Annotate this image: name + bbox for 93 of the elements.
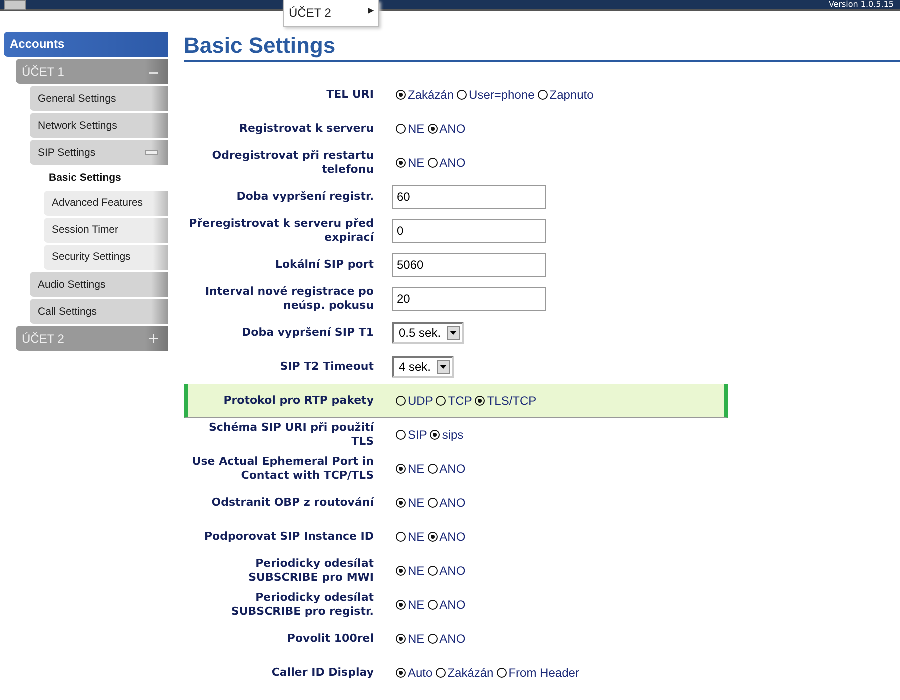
radio-button[interactable] xyxy=(428,498,438,508)
radio-button[interactable] xyxy=(428,634,438,644)
radio-button[interactable] xyxy=(396,600,406,610)
radio-button[interactable] xyxy=(396,498,406,508)
option-label: ANO xyxy=(440,496,466,510)
menu-item[interactable]: ÚČET 2 ▶ xyxy=(284,0,378,20)
caret-icon xyxy=(447,326,460,340)
radio-button[interactable] xyxy=(396,634,406,644)
radio-button[interactable] xyxy=(538,90,548,100)
setting-label: Přeregistrovat k serveru před expirací xyxy=(188,217,374,245)
setting-label: Povolit 100rel xyxy=(286,632,374,646)
radio-button[interactable] xyxy=(436,396,446,406)
radio-button[interactable] xyxy=(428,158,438,168)
option-label: Zapnuto xyxy=(550,88,594,102)
option-label: ANO xyxy=(440,530,466,544)
radio-button[interactable] xyxy=(428,532,438,542)
radio-button[interactable] xyxy=(396,90,406,100)
sidebar-header[interactable]: Accounts xyxy=(4,32,168,57)
caret-icon xyxy=(437,360,450,374)
radio-button[interactable] xyxy=(396,566,406,576)
radio-button[interactable] xyxy=(496,668,507,678)
option-label: NE xyxy=(408,462,425,476)
option-label: NE xyxy=(408,496,425,510)
radio-button[interactable] xyxy=(457,90,468,100)
input-field[interactable]: 60 xyxy=(392,185,546,209)
radio-button[interactable] xyxy=(396,124,406,134)
input-field[interactable]: 20 xyxy=(392,287,546,311)
radio-button[interactable] xyxy=(475,396,486,406)
radio-button[interactable] xyxy=(430,430,440,440)
sidebar-item[interactable]: Session Timer xyxy=(44,218,168,243)
input-field[interactable]: 0 xyxy=(392,219,546,243)
sidebar-item[interactable]: General Settings xyxy=(30,86,168,111)
option-label: NE xyxy=(408,530,425,544)
option-label: NE xyxy=(408,564,425,578)
option-label: From Header xyxy=(508,666,580,680)
radio-button[interactable] xyxy=(428,124,438,134)
dropdown[interactable]: 0.5 sek. xyxy=(392,322,464,344)
setting-label: Schéma SIP URI při použití TLS xyxy=(208,421,374,449)
setting-label: Doba vypršení SIP T1 xyxy=(241,326,374,340)
option-label: Zakázán xyxy=(448,666,494,680)
option-label: UDP xyxy=(408,394,434,408)
radio-button[interactable] xyxy=(396,668,406,678)
version-text: Version 1.0.5.15 xyxy=(828,0,894,9)
radio-button[interactable] xyxy=(436,668,446,678)
sidebar-item[interactable]: Advanced Features xyxy=(44,191,168,216)
sidebar-item[interactable]: Call Settings xyxy=(30,299,168,324)
dropdown[interactable]: 4 sek. xyxy=(392,356,454,378)
setting-label: Interval nové registrace po neúsp. pokusu xyxy=(204,285,374,313)
setting-label: Registrovat k serveru xyxy=(238,122,374,136)
setting-label: Lokální SIP port xyxy=(274,258,374,272)
setting-label: Odstranit OBP z routování xyxy=(210,496,374,510)
option-label: sips xyxy=(442,428,464,442)
input-field[interactable]: 5060 xyxy=(392,253,546,277)
option-label: NE xyxy=(408,122,425,136)
option-label: TLS/TCP xyxy=(487,394,537,408)
setting-label: Caller ID Display xyxy=(270,666,374,680)
page-title: Basic Settings xyxy=(184,33,900,62)
option-label: ANO xyxy=(440,462,466,476)
radio-button[interactable] xyxy=(428,464,438,474)
option-label: NE xyxy=(408,598,425,612)
option-label: ANO xyxy=(440,156,466,170)
setting-label: Periodicky odesílat SUBSCRIBE pro MWI xyxy=(248,557,374,585)
sidebar-item[interactable]: Audio Settings xyxy=(30,272,168,297)
option-label: ANO xyxy=(440,564,466,578)
setting-label: Use Actual Ephemeral Port in Contact with TCP/TLS xyxy=(191,455,374,483)
sidebar-item[interactable]: SIP Settings xyxy=(30,140,168,165)
option-label: Auto xyxy=(408,666,433,680)
radio-button[interactable] xyxy=(396,158,406,168)
radio-button[interactable] xyxy=(428,600,438,610)
option-label: ANO xyxy=(440,122,466,136)
option-label: User=phone xyxy=(469,88,535,102)
setting-label: TEL URI xyxy=(326,88,374,102)
logo-icon xyxy=(4,0,26,10)
setting-label: SIP T2 Timeout xyxy=(279,360,374,374)
option-label: TCP xyxy=(448,394,472,408)
sidebar-item[interactable]: Network Settings xyxy=(30,113,168,138)
sidebar-item[interactable]: Security Settings xyxy=(44,245,168,270)
setting-label: Protokol pro RTP pakety xyxy=(222,394,374,408)
radio-button[interactable] xyxy=(428,566,438,576)
radio-button[interactable] xyxy=(396,464,406,474)
setting-label: Podporovat SIP Instance ID xyxy=(203,530,374,544)
option-label: NE xyxy=(408,156,425,170)
option-label: SIP xyxy=(408,428,428,442)
option-label: Zakázán xyxy=(408,88,454,102)
option-label: ANO xyxy=(440,598,466,612)
setting-label: Periodicky odesílat SUBSCRIBE pro registr. xyxy=(230,591,374,619)
setting-label: Doba vypršení registr. xyxy=(236,190,374,204)
radio-button[interactable] xyxy=(396,396,406,406)
option-label: NE xyxy=(408,632,425,646)
setting-label: Odregistrovat při restartu telefonu xyxy=(211,149,374,177)
radio-button[interactable] xyxy=(396,532,406,542)
option-label: ANO xyxy=(440,632,466,646)
radio-button[interactable] xyxy=(396,430,406,440)
